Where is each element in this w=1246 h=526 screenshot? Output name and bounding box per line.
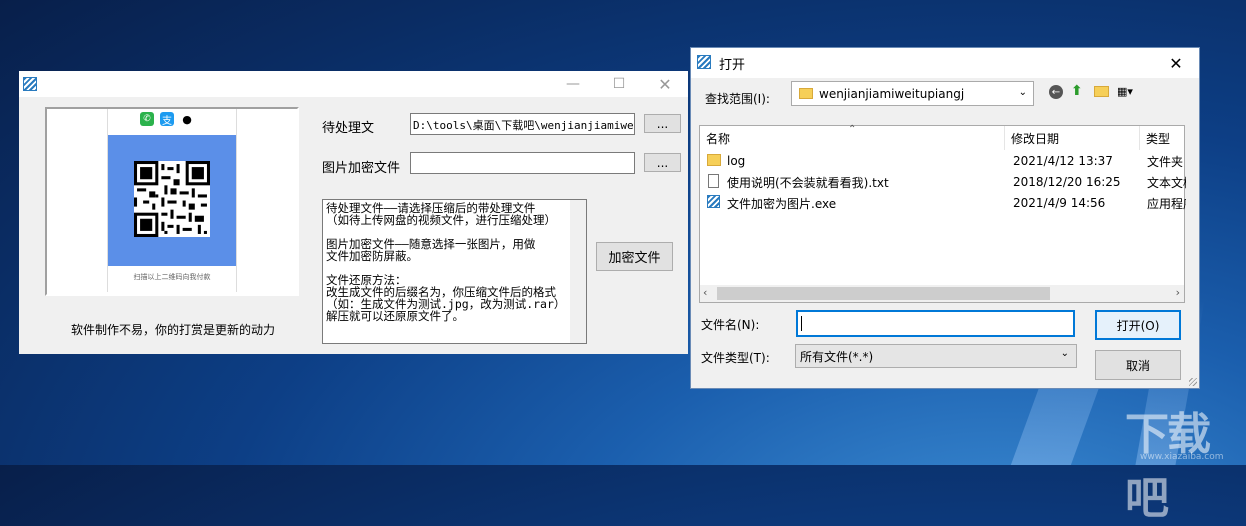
file-date: 2021/4/12 13:37 [1013, 154, 1113, 168]
column-date-header[interactable]: 修改日期 [1005, 126, 1140, 150]
filetype-select[interactable]: 所有文件(*.*) ⌄ [795, 344, 1077, 368]
filename-label: 文件名(N): [701, 318, 760, 332]
qr-blue-panel [108, 135, 236, 266]
encrypt-file-button[interactable]: 加密文件 [596, 242, 673, 271]
dialog-app-icon [697, 55, 711, 69]
instruction-line: 文件加密防屏蔽。 [326, 249, 418, 263]
lookin-value: wenjianjiamiweitupiangj [819, 86, 965, 101]
main-title-bar[interactable]: — ☐ ✕ [19, 71, 688, 97]
dialog-title-bar[interactable]: 打开 ✕ [691, 48, 1199, 78]
sort-up-icon: ⌃ [848, 124, 857, 135]
desktop: { "colors": { "accent": "#0078d7", "wind… [0, 0, 1246, 524]
list-item[interactable]: 使用说明(不会装就看看我).txt 2018/12/20 16:25 文本文档 [700, 172, 1186, 192]
app-icon [23, 77, 37, 91]
list-item[interactable]: 文件加密为图片.exe 2021/4/9 14:56 应用程序 [700, 193, 1186, 213]
instruction-line: （如待上传网盘的视频文件，进行压缩处理） [326, 213, 556, 227]
instruction-line: 解压就可以还原原文件了。 [326, 309, 464, 323]
maximize-button[interactable]: ☐ [596, 71, 642, 97]
textarea-scrollbar[interactable] [570, 200, 586, 343]
file-name: log [727, 154, 746, 168]
exe-icon [707, 195, 720, 208]
horizontal-scrollbar[interactable]: ‹ › [700, 285, 1184, 302]
open-file-dialog: 打开 ✕ 查找范围(I): wenjianjiamiweitupiangj ⌄ … [690, 47, 1200, 389]
qq-icon: ● [180, 112, 194, 126]
new-folder-icon[interactable] [1094, 86, 1109, 97]
dialog-close-button[interactable]: ✕ [1153, 48, 1199, 78]
file-path-input[interactable]: D:\tools\桌面\下载吧\wenjianjiamiweit [410, 113, 635, 135]
file-name: 文件加密为图片.exe [727, 196, 837, 211]
text-file-icon [708, 174, 719, 188]
image-label: 图片加密文件 [322, 161, 401, 176]
file-date: 2018/12/20 16:25 [1013, 175, 1121, 189]
watermark-logo: 下载吧 [1125, 409, 1211, 524]
chevron-down-icon: ⌄ [1018, 87, 1027, 98]
donate-text: 软件制作不易，你的打赏是更新的动力 [71, 323, 276, 337]
file-date: 2021/4/9 14:56 [1013, 196, 1106, 210]
watermark-url: www.xiazaiba.com [1140, 452, 1224, 462]
file-type: 应用程序 [1147, 196, 1186, 211]
lookin-label: 查找范围(I): [705, 92, 770, 106]
file-path-value: D:\tools\桌面\下载吧\wenjianjiamiweit [413, 119, 635, 132]
folder-icon [707, 154, 721, 166]
minimize-button[interactable]: — [550, 71, 596, 97]
view-menu-icon[interactable]: ▦▾ [1117, 85, 1141, 99]
payment-icons: ✆ 支 ● [140, 112, 194, 127]
up-folder-icon[interactable]: ⬆ [1071, 83, 1087, 100]
instructions-textarea[interactable]: 待处理文件——请选择压缩后的带处理文件 （如待上传网盘的视频文件，进行压缩处理）图… [322, 199, 587, 344]
dialog-title: 打开 [719, 58, 746, 73]
column-type-header[interactable]: 类型 [1140, 126, 1186, 150]
alipay-icon: 支 [160, 112, 174, 127]
qr-caption: 扫描以上二维码向我付款 [133, 273, 211, 281]
filetype-label: 文件类型(T): [701, 351, 770, 365]
wechat-icon: ✆ [140, 112, 154, 126]
close-button[interactable]: ✕ [642, 71, 688, 97]
browse-file-button[interactable]: ... [644, 114, 681, 133]
back-icon[interactable]: ← [1049, 85, 1063, 99]
qr-code-image [134, 161, 210, 237]
filename-input[interactable] [796, 310, 1075, 337]
filetype-value: 所有文件(*.*) [800, 349, 874, 364]
file-list[interactable]: 名称 ⌃ 修改日期 类型 log 2021/4/12 13:37 文件夹 使用说… [699, 124, 1186, 303]
file-label: 待处理文 [322, 121, 375, 136]
scroll-right-icon[interactable]: › [1176, 286, 1180, 299]
resize-grip[interactable] [1189, 378, 1197, 386]
text-cursor [801, 316, 802, 331]
scrollbar-thumb[interactable] [717, 287, 1050, 300]
list-header: 名称 ⌃ 修改日期 类型 [700, 124, 1186, 150]
open-button[interactable]: 打开(O) [1095, 310, 1181, 340]
lookin-combobox[interactable]: wenjianjiamiweitupiangj ⌄ [791, 81, 1034, 106]
qr-frame: ✆ 支 ● 扫描以上二维码向我付款 [45, 107, 299, 296]
qr-card: ✆ 支 ● 扫描以上二维码向我付款 [107, 109, 237, 292]
folder-icon [799, 88, 813, 99]
scroll-left-icon[interactable]: ‹ [703, 286, 707, 299]
file-type: 文件夹 [1147, 154, 1184, 169]
main-window: — ☐ ✕ ✆ 支 ● 扫描以上二维码向我付款 软件制作不易，你的打赏是更新的动… [19, 71, 688, 354]
chevron-down-icon: ⌄ [1060, 348, 1069, 359]
browse-image-button[interactable]: ... [644, 153, 681, 172]
file-name: 使用说明(不会装就看看我).txt [727, 175, 889, 190]
list-item[interactable]: log 2021/4/12 13:37 文件夹 [700, 151, 1186, 171]
cancel-button[interactable]: 取消 [1095, 350, 1181, 380]
instructions-text: 待处理文件——请选择压缩后的带处理文件 （如待上传网盘的视频文件，进行压缩处理）图… [326, 202, 583, 322]
file-type: 文本文档 [1147, 175, 1186, 190]
image-path-input[interactable] [410, 152, 635, 174]
